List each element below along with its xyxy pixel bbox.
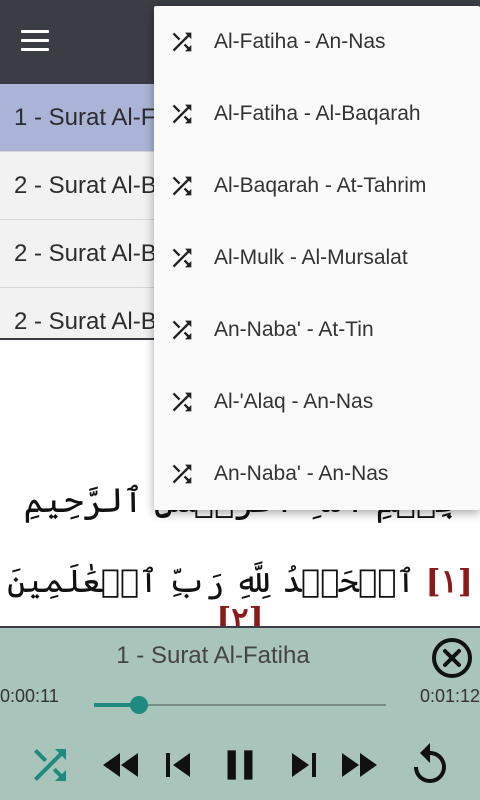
- ayah-line: [١] ٱلۡحَمۡدُ لِلَّهِ رَبِّ ٱلۡعَٰلَمِين…: [0, 562, 480, 626]
- shuffle-range-item[interactable]: Al-Baqarah - At-Tahrim: [154, 150, 480, 222]
- total-time: 0:01:12: [419, 686, 480, 706]
- shuffle-icon: [172, 248, 192, 268]
- playback-controls: [0, 740, 480, 794]
- ayah-text: ٱلۡحَمۡدُ لِلَّهِ رَبِّ ٱلۡعَٰلَمِينَ: [7, 562, 416, 600]
- shuffle-range-label: Al-Baqarah - At-Tahrim: [214, 174, 427, 197]
- menu-icon[interactable]: [18, 26, 54, 56]
- now-playing-title: 1 - Surat Al-Fatiha: [116, 642, 310, 669]
- shuffle-range-label: An-Naba' - At-Tin: [214, 318, 374, 341]
- ayah-number: [١]: [425, 562, 473, 600]
- shuffle-range-label: Al-Mulk - Al-Mursalat: [214, 246, 408, 269]
- skip-previous-icon[interactable]: [154, 740, 202, 790]
- shuffle-range-item[interactable]: An-Naba' - An-Nas: [154, 438, 480, 510]
- shuffle-range-label: An-Naba' - An-Nas: [214, 462, 389, 485]
- shuffle-icon: [172, 392, 192, 412]
- skip-next-icon[interactable]: [280, 740, 328, 790]
- ayah-number: [٢]: [216, 600, 264, 626]
- shuffle-icon: [172, 104, 192, 124]
- shuffle-range-item[interactable]: Al-Fatiha - An-Nas: [154, 6, 480, 78]
- rewind-icon[interactable]: [98, 740, 146, 790]
- shuffle-range-item[interactable]: An-Naba' - At-Tin: [154, 294, 480, 366]
- seek-bar[interactable]: [94, 694, 386, 716]
- shuffle-icon[interactable]: [26, 740, 74, 790]
- repeat-icon[interactable]: [406, 740, 454, 790]
- current-time: 0:00:11: [0, 686, 59, 706]
- seek-thumb[interactable]: [129, 696, 148, 714]
- shuffle-range-item[interactable]: Al-Mulk - Al-Mursalat: [154, 222, 480, 294]
- fast-forward-icon[interactable]: [334, 740, 382, 790]
- shuffle-range-label: Al-Fatiha - Al-Baqarah: [214, 102, 421, 125]
- shuffle-icon: [172, 464, 192, 484]
- shuffle-range-item[interactable]: Al-'Alaq - An-Nas: [154, 366, 480, 438]
- shuffle-icon: [172, 320, 192, 340]
- shuffle-range-menu: Al-Fatiha - An-Nas Al-Fatiha - Al-Baqara…: [154, 6, 480, 510]
- shuffle-range-item[interactable]: Al-Fatiha - Al-Baqarah: [154, 78, 480, 150]
- pause-icon[interactable]: [214, 740, 266, 790]
- close-icon[interactable]: [430, 636, 474, 680]
- shuffle-range-label: Al-Fatiha - An-Nas: [214, 30, 386, 53]
- shuffle-icon: [172, 32, 192, 52]
- shuffle-icon: [172, 176, 192, 196]
- audio-player: 1 - Surat Al-Fatiha 0:00:11 0:01:12: [0, 626, 480, 800]
- shuffle-range-label: Al-'Alaq - An-Nas: [214, 390, 374, 413]
